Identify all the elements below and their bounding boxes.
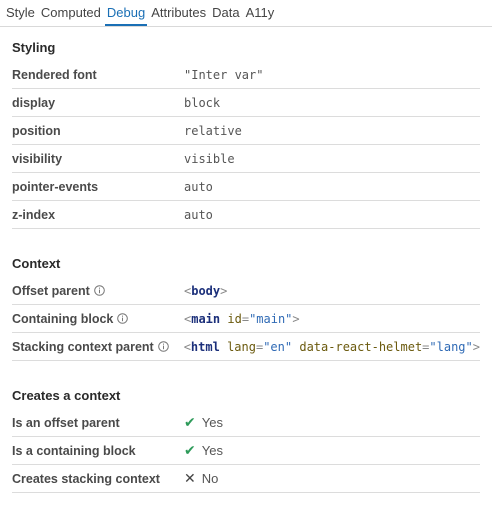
- element-link-body[interactable]: <body>: [184, 284, 227, 298]
- property-key: Rendered font: [12, 67, 97, 82]
- property-key: Is a containing block: [12, 443, 136, 458]
- property-row: Is an offset parent ✔ Yes: [12, 409, 480, 437]
- property-row: Is a containing block ✔ Yes: [12, 437, 480, 465]
- attr-name: data-react-helmet: [299, 339, 423, 354]
- element-link-html[interactable]: <html lang="en" data-react-helmet="lang"…: [184, 340, 480, 354]
- element-link-main[interactable]: <main id="main">: [184, 312, 300, 326]
- tab-computed[interactable]: Computed: [39, 0, 103, 26]
- property-key: Containing block: [12, 312, 184, 326]
- tag-name: html: [190, 339, 220, 354]
- property-key: position: [12, 123, 61, 138]
- attr-name: id: [227, 311, 242, 326]
- check-icon: ✔: [184, 414, 196, 430]
- attr-value: "lang": [429, 339, 473, 354]
- property-row: display block: [12, 89, 480, 117]
- tab-bar: Style Computed Debug Attributes Data A11…: [0, 0, 492, 27]
- property-row: position relative: [12, 117, 480, 145]
- attr-value: "main": [249, 311, 293, 326]
- property-value: auto: [184, 207, 213, 222]
- property-row: z-index auto: [12, 201, 480, 229]
- property-row: Creates stacking context ✕ No: [12, 465, 480, 493]
- property-value: auto: [184, 179, 213, 194]
- cross-icon: ✕: [184, 470, 196, 486]
- offset-parent-label: Offset parent: [12, 283, 90, 298]
- property-key: Offset parent: [12, 284, 184, 298]
- property-key: Is an offset parent: [12, 415, 120, 430]
- property-value: ✔ Yes: [184, 442, 223, 459]
- info-icon[interactable]: [157, 341, 169, 352]
- property-row: Rendered font "Inter var": [12, 61, 480, 89]
- property-key: display: [12, 95, 56, 110]
- check-icon: ✔: [184, 442, 196, 458]
- property-value: block: [184, 95, 221, 110]
- tab-debug[interactable]: Debug: [104, 0, 148, 26]
- containing-block-label: Containing block: [12, 311, 114, 326]
- property-row: pointer-events auto: [12, 173, 480, 201]
- containing-block-row: Containing block <main id="main">: [12, 305, 480, 333]
- tab-a11y[interactable]: A11y: [244, 0, 277, 26]
- value-text: Yes: [201, 443, 223, 458]
- property-value: visible: [184, 151, 235, 166]
- tab-data[interactable]: Data: [210, 0, 241, 26]
- property-key: Creates stacking context: [12, 471, 160, 486]
- info-icon[interactable]: [117, 313, 129, 324]
- property-value: ✕ No: [184, 470, 218, 487]
- tab-style[interactable]: Style: [4, 0, 37, 26]
- property-value: "Inter var": [184, 67, 264, 82]
- section-title-styling: Styling: [12, 40, 56, 55]
- section-title-context: Context: [12, 256, 61, 271]
- property-value: relative: [184, 123, 242, 138]
- tag-name: body: [191, 283, 221, 298]
- creates-context-section: Creates a context Is an offset parent ✔ …: [0, 383, 480, 493]
- property-key: visibility: [12, 151, 63, 166]
- value-text: No: [201, 471, 219, 486]
- property-key: pointer-events: [12, 179, 99, 194]
- tag-name: main: [191, 311, 221, 326]
- attr-value: "en": [263, 339, 293, 354]
- property-value: ✔ Yes: [184, 414, 223, 431]
- info-icon[interactable]: [93, 285, 105, 296]
- property-key: z-index: [12, 207, 56, 222]
- styling-section: Styling Rendered font "Inter var" displa…: [0, 35, 480, 229]
- attr-name: lang: [227, 339, 256, 354]
- offset-parent-row: Offset parent <body>: [12, 277, 480, 305]
- stacking-parent-row: Stacking context parent <html lang="en" …: [12, 333, 480, 361]
- section-title-creates-context: Creates a context: [12, 388, 121, 403]
- stacking-parent-label: Stacking context parent: [12, 339, 154, 354]
- property-row: visibility visible: [12, 145, 480, 173]
- property-key: Stacking context parent: [12, 340, 184, 354]
- tab-attributes[interactable]: Attributes: [149, 0, 208, 26]
- context-section: Context Offset parent <body> Containing …: [0, 251, 480, 361]
- value-text: Yes: [201, 415, 223, 430]
